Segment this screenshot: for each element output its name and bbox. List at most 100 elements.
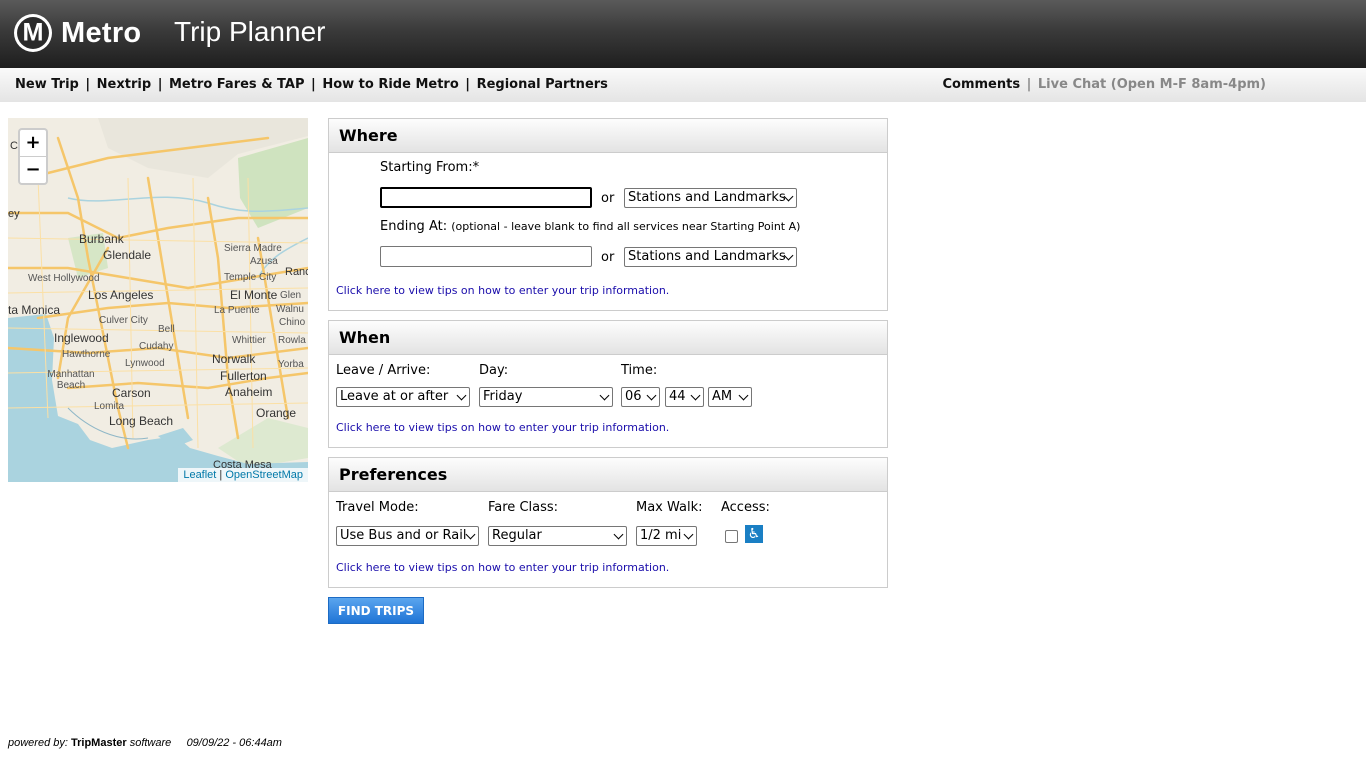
ending-at-hint: (optional - leave blank to find all serv… xyxy=(451,220,801,233)
leave-arrive-value: Leave at or after xyxy=(340,389,449,404)
day-value: Friday xyxy=(483,389,523,404)
map-label: Lynwood xyxy=(125,358,165,369)
map-label: Burbank xyxy=(79,232,124,246)
header-bar: M Metro Trip Planner xyxy=(0,0,1366,68)
metro-logo-icon[interactable]: M xyxy=(14,14,52,52)
nav-bar: New Trip | Nextrip | Metro Fares & TAP |… xyxy=(0,68,1366,102)
hour-select[interactable]: 06 xyxy=(621,387,660,407)
wheelchair-icon: ♿ xyxy=(745,525,763,543)
zoom-control: + − xyxy=(18,128,48,185)
find-trips-button[interactable]: FIND TRIPS xyxy=(328,597,424,624)
start-stations-select-value: Stations and Landmarks xyxy=(628,190,786,205)
access-label: Access: xyxy=(721,500,770,515)
map-label: Rowla xyxy=(278,335,306,346)
software-label: software xyxy=(129,737,172,749)
map-label: West Hollywood xyxy=(28,273,100,284)
map-label: Bell xyxy=(158,324,175,335)
map-label: Sierra Madre xyxy=(224,243,282,254)
map-label: Hawthorne xyxy=(62,349,111,360)
ampm-select[interactable]: AM xyxy=(708,387,752,407)
map-label: Carson xyxy=(112,386,151,400)
chevron-down-icon xyxy=(613,529,624,540)
chevron-down-icon xyxy=(646,390,657,401)
nav-regional-partners[interactable]: Regional Partners xyxy=(477,77,608,92)
logo-text[interactable]: Metro xyxy=(61,14,141,52)
map-label: Inglewood xyxy=(54,331,109,345)
powered-by-label: powered by: xyxy=(8,737,68,749)
where-panel: Where Starting From:* or Stations and La… xyxy=(328,118,888,311)
start-stations-select[interactable]: Stations and Landmarks xyxy=(624,188,797,208)
chevron-down-icon xyxy=(683,529,694,540)
where-tips-link[interactable]: Click here to view tips on how to enter … xyxy=(336,284,669,297)
map-label: Ranc xyxy=(285,266,308,278)
attribution-separator: | xyxy=(219,469,223,481)
day-label: Day: xyxy=(479,363,509,378)
leave-arrive-select[interactable]: Leave at or after xyxy=(336,387,470,407)
travel-mode-select[interactable]: Use Bus and or Rail xyxy=(336,526,479,546)
map-label: Walnu xyxy=(276,304,304,315)
minute-value: 44 xyxy=(669,389,686,404)
when-title: When xyxy=(329,321,887,355)
hour-value: 06 xyxy=(625,389,642,404)
openstreetmap-link[interactable]: OpenStreetMap xyxy=(225,469,303,481)
when-tips-link[interactable]: Click here to view tips on how to enter … xyxy=(336,421,669,434)
nav-comments[interactable]: Comments xyxy=(942,77,1020,92)
nav-separator: | xyxy=(311,77,316,92)
map-label: Anaheim xyxy=(225,385,273,399)
map-label: Fullerton xyxy=(220,369,267,383)
nav-links: New Trip | Nextrip | Metro Fares & TAP |… xyxy=(15,77,608,92)
leave-arrive-label: Leave / Arrive: xyxy=(336,363,431,378)
nav-separator: | xyxy=(85,77,91,92)
map-label: Azusa xyxy=(250,256,278,267)
map-label: Glendale xyxy=(103,248,152,262)
leaflet-link[interactable]: Leaflet xyxy=(183,469,216,481)
map-label: ta Monica xyxy=(8,303,61,317)
map-labels: ey C Burbank Glendale Sierra Madre Azusa… xyxy=(8,118,308,482)
map-label: Yorba xyxy=(278,359,304,370)
max-walk-value: 1/2 mi xyxy=(640,528,682,543)
map-label: Los Angeles xyxy=(88,288,154,302)
fare-class-label: Fare Class: xyxy=(488,500,559,515)
map[interactable]: ey C Burbank Glendale Sierra Madre Azusa… xyxy=(8,118,308,482)
preferences-tips-link[interactable]: Click here to view tips on how to enter … xyxy=(336,561,669,574)
chevron-down-icon xyxy=(599,390,610,401)
map-attribution: Leaflet | OpenStreetMap xyxy=(178,468,308,482)
end-stations-select-value: Stations and Landmarks xyxy=(628,249,786,264)
accessible-checkbox[interactable] xyxy=(725,530,738,543)
when-panel: When Leave / Arrive: Day: Time: Leave at… xyxy=(328,320,888,448)
ampm-value: AM xyxy=(712,389,733,404)
nav-how-to-ride[interactable]: How to Ride Metro xyxy=(322,77,458,92)
day-select[interactable]: Friday xyxy=(479,387,613,407)
starting-from-input[interactable] xyxy=(380,187,592,208)
zoom-in-button[interactable]: + xyxy=(20,130,46,157)
map-label: Cudahy xyxy=(139,341,174,352)
nav-nextrip[interactable]: Nextrip xyxy=(97,77,151,92)
map-label: Manhattan Beach xyxy=(47,369,95,391)
fare-class-select[interactable]: Regular xyxy=(488,526,627,546)
chevron-down-icon xyxy=(456,390,467,401)
map-label: Norwalk xyxy=(212,352,256,366)
map-label: La Puente xyxy=(214,305,260,316)
map-label: ey xyxy=(8,208,20,220)
chevron-down-icon xyxy=(690,390,701,401)
ending-at-input[interactable] xyxy=(380,246,592,267)
chevron-down-icon xyxy=(738,390,749,401)
end-stations-select[interactable]: Stations and Landmarks xyxy=(624,247,797,267)
nav-new-trip[interactable]: New Trip xyxy=(15,77,79,92)
nav-live-chat[interactable]: Live Chat (Open M-F 8am-4pm) xyxy=(1038,77,1266,92)
logo-letter: M xyxy=(17,17,49,49)
map-label: Glen xyxy=(280,290,302,301)
footer: powered by: TripMaster software 09/09/22… xyxy=(8,737,288,750)
max-walk-select[interactable]: 1/2 mi xyxy=(636,526,697,546)
time-label: Time: xyxy=(621,363,658,378)
nav-metro-fares[interactable]: Metro Fares & TAP xyxy=(169,77,305,92)
nav-separator: | xyxy=(465,77,471,92)
minute-select[interactable]: 44 xyxy=(665,387,704,407)
map-label: Whittier xyxy=(232,335,266,346)
map-label: Lomita xyxy=(94,401,125,412)
ending-at-label: Ending At: (optional - leave blank to fi… xyxy=(380,219,800,234)
nav-right: Comments | Live Chat (Open M-F 8am-4pm) xyxy=(942,77,1266,92)
tripmaster-brand: TripMaster xyxy=(71,737,127,749)
nav-separator: | xyxy=(157,77,163,92)
zoom-out-button[interactable]: − xyxy=(20,157,46,183)
